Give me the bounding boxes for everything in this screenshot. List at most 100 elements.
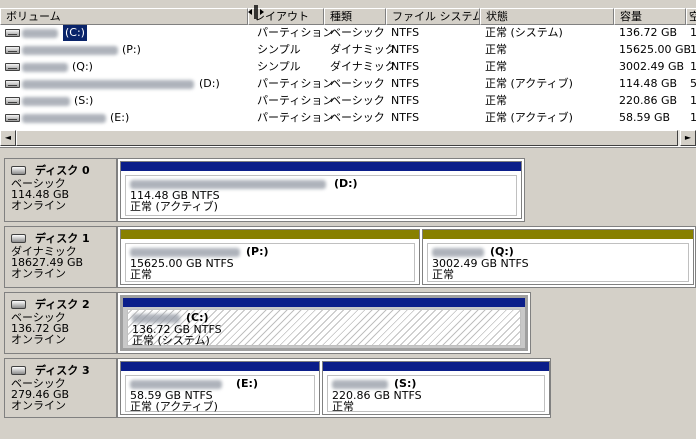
partition-type-bar: [123, 298, 525, 307]
volume-icon: [5, 29, 20, 37]
partition-letter: (P:): [246, 245, 269, 258]
disk-name: ディスク 1: [35, 232, 90, 245]
redacted-partition-name: [132, 314, 180, 323]
disk-1-row: ディスク 1 ダイナミック 18627.49 GB オンライン (P:) 156…: [4, 226, 696, 288]
table-row[interactable]: (C:) パーティション ベーシック NTFS 正常 (システム) 136.72…: [0, 25, 696, 42]
partition-status: 正常: [332, 400, 354, 413]
volume-status: 正常: [485, 43, 507, 56]
redacted-partition-name: [130, 380, 222, 389]
redacted-volume-name: [22, 29, 58, 38]
volume-layout: パーティション: [257, 94, 334, 107]
partition-p[interactable]: (P:) 15625.00 GB NTFS 正常: [120, 229, 420, 285]
volume-free: 1: [690, 26, 696, 39]
disk-0-partition-area: (D:) 114.48 GB NTFS 正常 (アクティブ): [117, 158, 525, 222]
partition-letter: (S:): [394, 377, 417, 390]
volume-letter: (Q:): [72, 60, 93, 73]
volume-free: 1: [690, 111, 696, 124]
volume-free: 1: [690, 94, 696, 107]
redacted-partition-name: [432, 248, 484, 257]
table-row[interactable]: (D:) パーティション ベーシック NTFS 正常 (アクティブ) 114.4…: [0, 76, 696, 93]
volume-letter: (C:): [63, 25, 87, 41]
partition-d[interactable]: (D:) 114.48 GB NTFS 正常 (アクティブ): [120, 161, 522, 219]
volume-status: 正常: [485, 94, 507, 107]
volume-capacity: 136.72 GB: [619, 26, 678, 39]
partition-status: 正常 (システム): [132, 334, 210, 347]
table-row[interactable]: (P:) シンプル ダイナミック NTFS 正常 15625.00 GB 1: [0, 42, 696, 59]
partition-letter: (D:): [334, 177, 358, 190]
redacted-volume-name: [22, 97, 70, 106]
column-header: ボリューム レイアウト 種類 ファイル システム 状態 容量 空: [0, 8, 696, 25]
volume-type: ベーシック: [330, 94, 385, 107]
volume-icon: [5, 46, 20, 54]
volume-filesystem: NTFS: [391, 26, 420, 39]
scroll-right-button[interactable]: ►: [680, 130, 696, 146]
disk-0-info[interactable]: ディスク 0 ベーシック 114.48 GB オンライン: [4, 158, 117, 222]
disk-2-row: ディスク 2 ベーシック 136.72 GB オンライン (C:) 136.72…: [4, 292, 696, 354]
disk-2-info[interactable]: ディスク 2 ベーシック 136.72 GB オンライン: [4, 292, 117, 354]
partition-type-bar: [121, 362, 319, 371]
partition-details: (C:) 136.72 GB NTFS 正常 (システム): [127, 309, 521, 346]
volume-list[interactable]: ボリューム レイアウト 種類 ファイル システム 状態 容量 空 (C:) パー…: [0, 0, 696, 148]
partition-size: 15625.00 GB NTFS: [130, 257, 234, 270]
table-row[interactable]: (E:) パーティション ベーシック NTFS 正常 (アクティブ) 58.59…: [0, 110, 696, 127]
volume-filesystem: NTFS: [391, 60, 420, 73]
partition-type-bar: [121, 162, 521, 171]
partition-c[interactable]: (C:) 136.72 GB NTFS 正常 (システム): [120, 295, 528, 351]
volume-letter: (P:): [122, 43, 141, 56]
column-header-capacity[interactable]: 容量: [614, 8, 686, 25]
volume-free: 1: [690, 43, 696, 56]
volume-type: ベーシック: [330, 77, 385, 90]
disk-icon: [11, 300, 26, 309]
disk-state: オンライン: [11, 333, 66, 346]
disk-icon: [11, 234, 26, 243]
partition-details: (S:) 220.86 GB NTFS 正常: [327, 375, 545, 412]
disk-3-partition-area: (E:) 58.59 GB NTFS 正常 (アクティブ) (S:) 220.8…: [117, 358, 551, 418]
volume-filesystem: NTFS: [391, 111, 420, 124]
partition-size: 220.86 GB NTFS: [332, 389, 422, 402]
column-header-status[interactable]: 状態: [480, 8, 614, 25]
volume-type: ダイナミック: [330, 60, 396, 73]
column-header-free[interactable]: 空: [686, 8, 696, 25]
disk-2-partition-area: (C:) 136.72 GB NTFS 正常 (システム): [117, 292, 531, 354]
disk-name: ディスク 3: [35, 364, 90, 377]
column-header-volume[interactable]: ボリューム: [0, 8, 248, 25]
disk-0-row: ディスク 0 ベーシック 114.48 GB オンライン (D:) 114.48…: [4, 158, 696, 222]
volume-layout: パーティション: [257, 26, 334, 39]
volume-type: ダイナミック: [330, 43, 396, 56]
partition-details: (D:) 114.48 GB NTFS 正常 (アクティブ): [125, 175, 517, 216]
volume-capacity: 15625.00 GB: [619, 43, 692, 56]
horizontal-scrollbar[interactable]: ◄ ►: [0, 130, 696, 146]
volume-icon: [5, 97, 20, 105]
redacted-volume-name: [22, 46, 118, 55]
partition-e[interactable]: (E:) 58.59 GB NTFS 正常 (アクティブ): [120, 361, 320, 415]
disk-3-info[interactable]: ディスク 3 ベーシック 279.46 GB オンライン: [4, 358, 117, 418]
partition-letter: (Q:): [490, 245, 514, 258]
redacted-volume-name: [22, 114, 106, 123]
disk-map: ディスク 0 ベーシック 114.48 GB オンライン (D:) 114.48…: [0, 150, 696, 439]
volume-letter: (S:): [74, 94, 94, 107]
table-row[interactable]: (Q:) シンプル ダイナミック NTFS 正常 3002.49 GB 1: [0, 59, 696, 76]
column-header-filesystem[interactable]: ファイル システム: [386, 8, 480, 25]
disk-icon: [11, 366, 26, 375]
table-row[interactable]: (S:) パーティション ベーシック NTFS 正常 220.86 GB 1: [0, 93, 696, 110]
disk-1-info[interactable]: ディスク 1 ダイナミック 18627.49 GB オンライン: [4, 226, 117, 288]
volume-icon: [5, 63, 20, 71]
redacted-partition-name: [130, 248, 240, 257]
partition-s[interactable]: (S:) 220.86 GB NTFS 正常: [322, 361, 550, 415]
partition-q[interactable]: (Q:) 3002.49 GB NTFS 正常: [422, 229, 694, 285]
volume-type: ベーシック: [330, 26, 385, 39]
volume-free: 5: [690, 77, 696, 90]
disk-state: オンライン: [11, 267, 66, 280]
partition-status: 正常 (アクティブ): [130, 200, 218, 213]
volume-icon: [5, 114, 20, 122]
column-header-type[interactable]: 種類: [324, 8, 386, 25]
partition-size: 3002.49 GB NTFS: [432, 257, 529, 270]
scroll-thumb[interactable]: [16, 130, 678, 146]
volume-filesystem: NTFS: [391, 94, 420, 107]
redacted-volume-name: [22, 80, 194, 89]
disk-name: ディスク 0: [35, 164, 90, 177]
partition-status: 正常: [432, 268, 454, 281]
volume-layout: パーティション: [257, 77, 334, 90]
volume-type: ベーシック: [330, 111, 385, 124]
scroll-left-button[interactable]: ◄: [0, 130, 16, 146]
